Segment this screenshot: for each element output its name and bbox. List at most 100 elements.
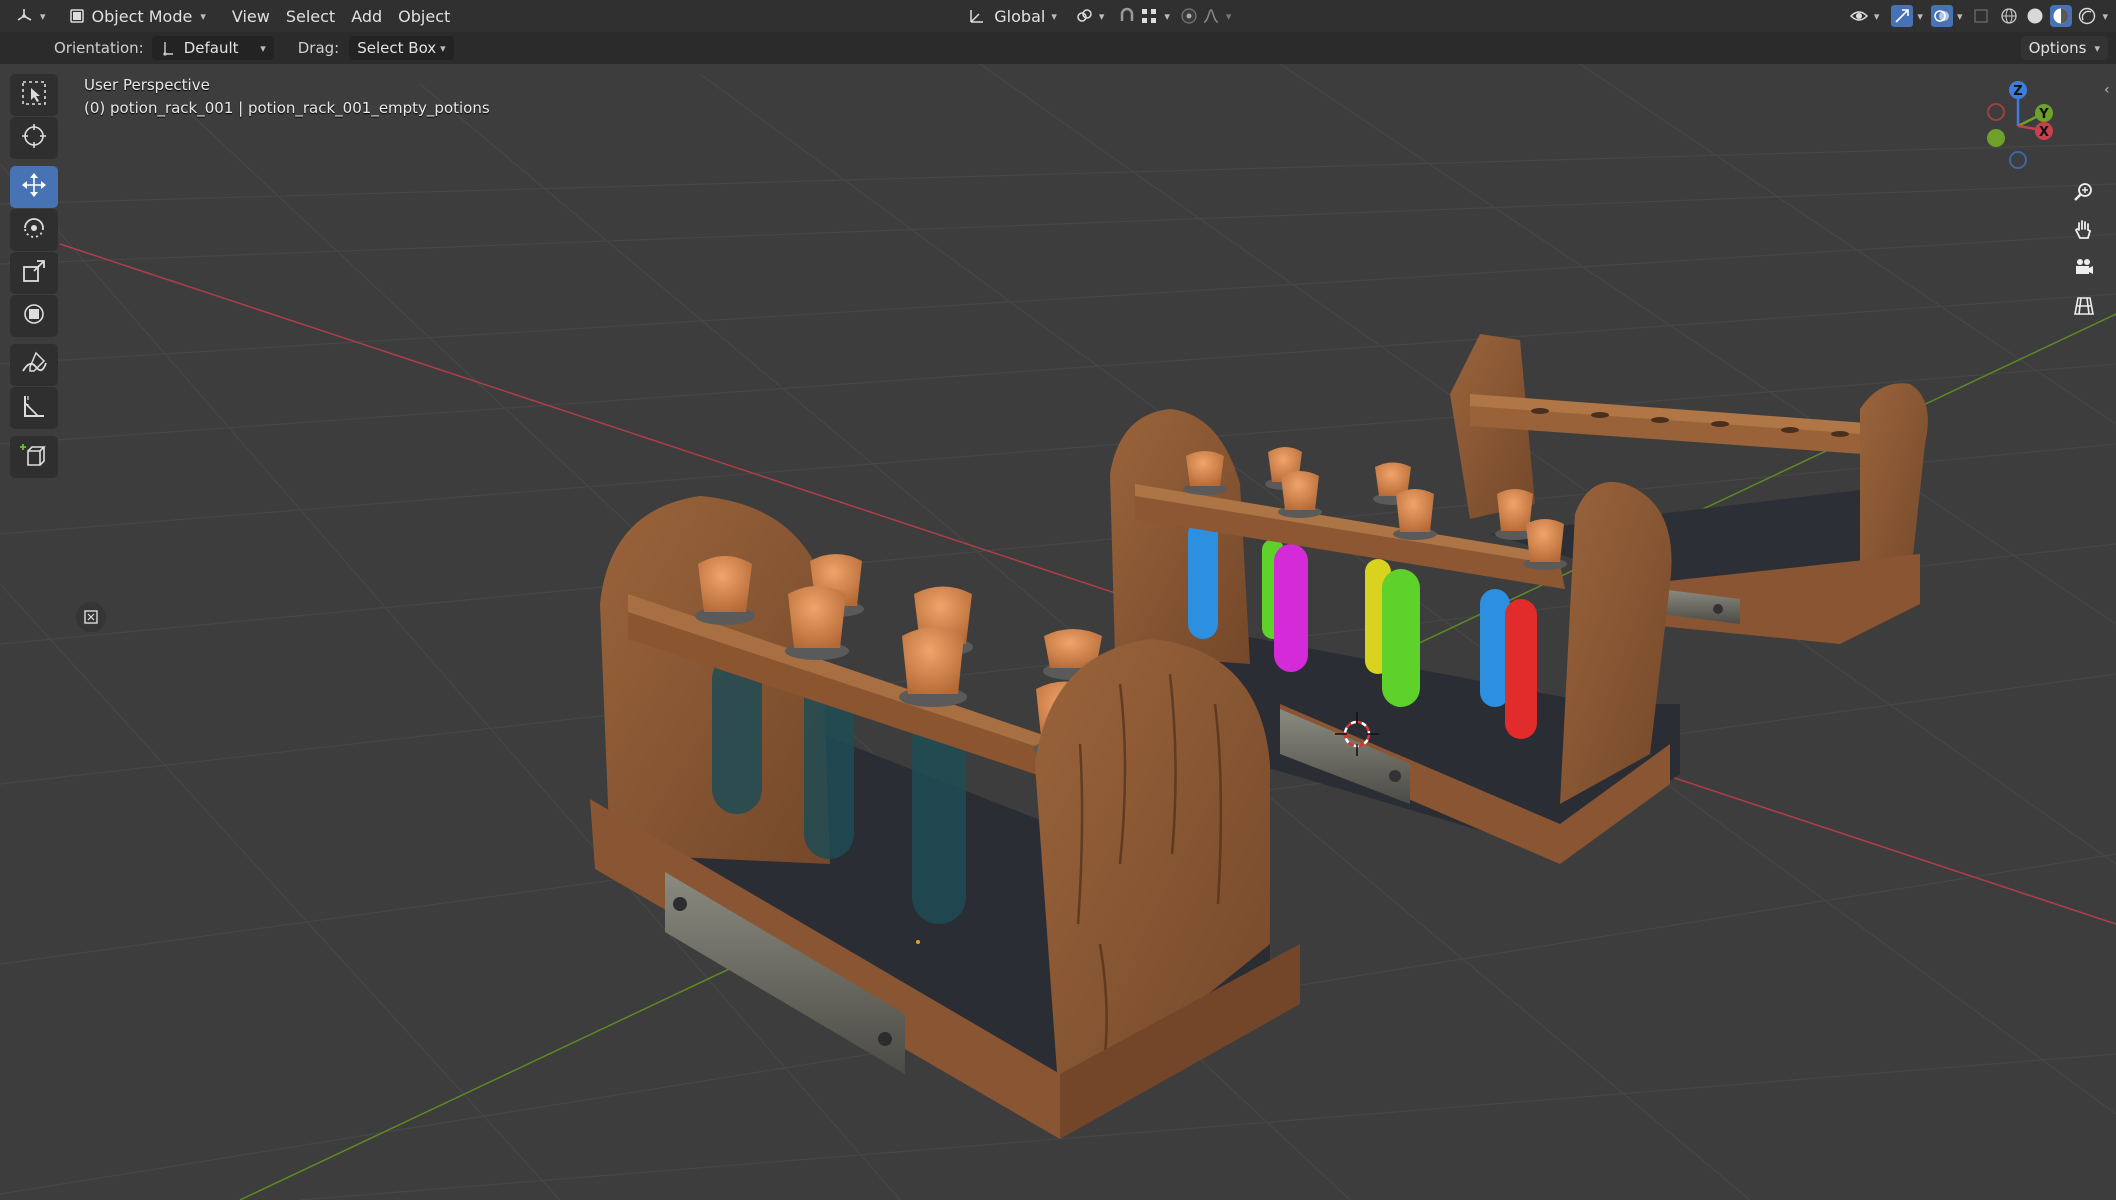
gizmo-neg-y[interactable]: [1987, 129, 2005, 147]
shading-material[interactable]: [2048, 2, 2074, 30]
wireframe-shading-icon: [1998, 5, 2020, 27]
editor-type-button[interactable]: ▾: [6, 2, 54, 30]
transform-icon: [20, 300, 48, 332]
options-dropdown[interactable]: Options ▾: [2020, 36, 2108, 60]
orientation-setting-label: Orientation:: [54, 39, 144, 57]
scene-render: [0, 64, 2116, 1200]
tool-cursor[interactable]: [10, 117, 58, 159]
tool-move[interactable]: [10, 166, 58, 208]
potion-blue-1: [1188, 519, 1218, 639]
proportional-edit-icon: [1178, 5, 1200, 27]
chevron-down-icon: ▾: [1225, 9, 1232, 23]
rotate-icon: [20, 214, 48, 246]
overlay-icon: [1930, 5, 1953, 27]
chevron-down-icon: ▾: [1956, 9, 1963, 23]
snap-icon: [1116, 5, 1138, 27]
perspective-label: User Perspective: [84, 76, 210, 94]
chevron-down-icon: ▾: [2094, 41, 2100, 55]
menu-select[interactable]: Select: [278, 2, 343, 30]
3d-viewport-icon: [14, 5, 36, 27]
move-icon: [20, 171, 48, 203]
orientation-dropdown[interactable]: Default ▾: [151, 36, 274, 60]
viewport-header: ▾ Object Mode ▾ View Select Add Object G…: [0, 0, 2116, 32]
orientation-label: Global: [994, 6, 1046, 26]
potion-magenta: [1274, 544, 1308, 672]
xray-toggle[interactable]: [1966, 2, 1996, 30]
zoom-icon: [2072, 180, 2096, 208]
overlay-toggle[interactable]: ▾: [1927, 2, 1967, 30]
chevron-down-icon: ▾: [2102, 9, 2108, 23]
shading-wireframe[interactable]: [1996, 2, 2022, 30]
shading-rendered[interactable]: ▾: [2074, 2, 2116, 30]
visibility-dropdown[interactable]: ▾: [1840, 2, 1888, 30]
xray-icon: [1970, 5, 1992, 27]
camera-view-button[interactable]: [2066, 252, 2102, 288]
tool-measure[interactable]: [10, 387, 58, 429]
visibility-icon: [1848, 5, 1870, 27]
tool-select-box[interactable]: [10, 74, 58, 116]
menu-view[interactable]: View: [224, 2, 278, 30]
navigation-buttons: [2066, 176, 2104, 328]
chevron-down-icon: ▾: [1098, 9, 1105, 23]
camera-restrict-icon[interactable]: [76, 602, 106, 632]
chevron-down-icon: ▾: [1873, 9, 1880, 23]
drag-value: Select Box: [357, 39, 437, 57]
orientation-default-icon: [160, 37, 176, 59]
ortho-toggle-button[interactable]: [2066, 290, 2102, 326]
gizmo-toggle[interactable]: ▾: [1887, 2, 1927, 30]
camera-icon: [2072, 256, 2096, 284]
gizmo-y-label: Y: [2038, 107, 2049, 122]
tool-transform[interactable]: [10, 295, 58, 337]
ortho-grid-icon: [2072, 294, 2096, 322]
zoom-button[interactable]: [2066, 176, 2102, 212]
chevron-down-icon: ▾: [40, 9, 46, 23]
add-cube-icon: [20, 441, 48, 473]
select-box-icon: [20, 79, 48, 111]
pan-hand-icon: [2072, 218, 2096, 246]
material-shading-icon: [2050, 5, 2073, 27]
pivot-icon: [1073, 5, 1095, 27]
measure-icon: [20, 392, 48, 424]
object-mode-icon: [66, 5, 88, 27]
proportional-edit-toggle[interactable]: ▾: [1174, 2, 1236, 30]
orientation-value: Default: [183, 39, 239, 57]
gizmo-neg-z[interactable]: [2009, 151, 2027, 169]
snap-grid-icon: [1138, 5, 1160, 27]
menu-object[interactable]: Object: [390, 2, 458, 30]
tool-annotate[interactable]: [10, 344, 58, 386]
pivot-point-dropdown[interactable]: ▾: [1065, 2, 1113, 30]
potion-red: [1505, 599, 1537, 739]
gizmo-x-label: X: [2039, 125, 2049, 140]
shading-solid[interactable]: [2022, 2, 2048, 30]
potion-green-2: [1382, 569, 1420, 707]
tool-settings-bar: Orientation: Default ▾ Drag: Select Box …: [0, 32, 2116, 64]
annotate-icon: [20, 349, 48, 381]
gizmo-icon: [1891, 5, 1914, 27]
chevron-down-icon: ▾: [200, 9, 206, 23]
tool-rotate[interactable]: [10, 209, 58, 251]
gizmo-neg-x[interactable]: [1987, 103, 2005, 121]
cursor-icon: [20, 122, 48, 154]
navigation-gizmo[interactable]: Z Y X: [1956, 76, 2076, 186]
3d-viewport[interactable]: User Perspective (0) potion_rack_001 | p…: [0, 64, 2116, 1200]
pan-button[interactable]: [2066, 214, 2102, 250]
scale-icon: [20, 257, 48, 289]
menu-add[interactable]: Add: [343, 2, 390, 30]
tool-scale[interactable]: [10, 252, 58, 294]
viewport-info: User Perspective (0) potion_rack_001 | p…: [84, 74, 490, 120]
chevron-down-icon: ▾: [1051, 9, 1057, 23]
snap-toggle[interactable]: ▾: [1112, 2, 1174, 30]
chevron-down-icon: ▾: [260, 41, 266, 55]
tool-add-cube[interactable]: [10, 436, 58, 478]
drag-setting-label: Drag:: [297, 39, 340, 57]
drag-dropdown[interactable]: Select Box ▾: [349, 36, 454, 60]
sidebar-toggle-icon[interactable]: ‹: [2104, 82, 2116, 102]
options-label: Options: [2028, 39, 2087, 57]
mode-dropdown[interactable]: Object Mode ▾: [58, 2, 214, 30]
object-info-label: (0) potion_rack_001 | potion_rack_001_em…: [84, 99, 490, 117]
chevron-down-icon: ▾: [440, 41, 446, 55]
orientation-global-icon: [966, 5, 988, 27]
falloff-curve-icon: [1200, 5, 1222, 27]
transform-orientation-dropdown[interactable]: Global ▾: [958, 2, 1065, 30]
rack-back-empty: [1450, 334, 1928, 644]
